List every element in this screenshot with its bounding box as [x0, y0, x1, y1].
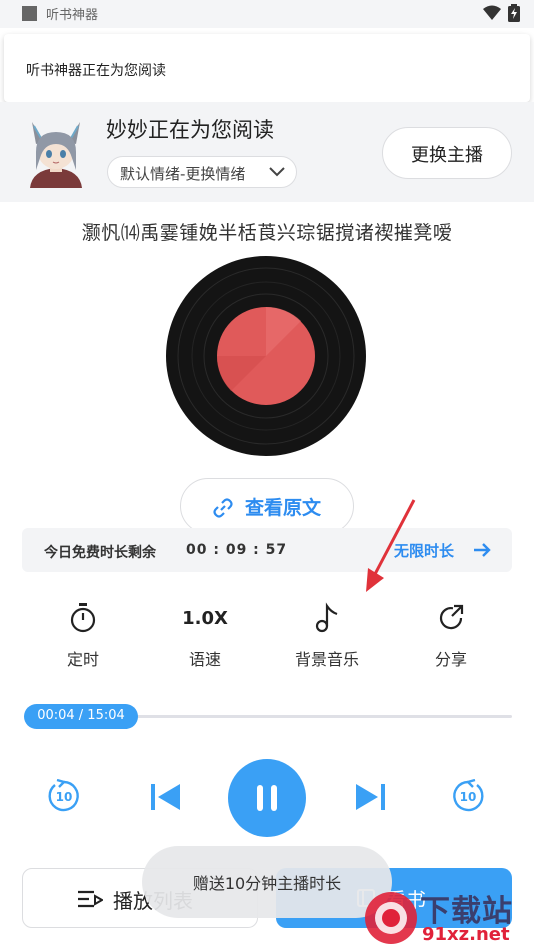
annotation-arrow: [366, 499, 416, 592]
timer-icon: [70, 603, 96, 633]
pause-button[interactable]: [228, 759, 306, 837]
forward-seconds: 10: [460, 790, 477, 804]
app-icon: [22, 6, 37, 21]
book-title: 灏忛⒁禹霎锺娩半栝莨兴琮锯撹诸褉摧凳嗳: [81, 222, 453, 244]
music-note-icon: [315, 602, 338, 633]
rewind-seconds: 10: [56, 790, 73, 804]
notification-text: 听书神器正在为您阅读: [26, 63, 166, 79]
battery-icon: [508, 4, 520, 22]
previous-icon[interactable]: [150, 782, 182, 812]
emotion-selector[interactable]: 默认情绪-更换情绪: [107, 156, 297, 188]
share-label: 分享: [434, 650, 467, 669]
status-app-title: 听书神器: [46, 8, 99, 23]
timer-feature[interactable]: 定时: [33, 598, 133, 678]
share-feature[interactable]: 分享: [401, 598, 501, 678]
anchor-avatar[interactable]: [24, 118, 88, 188]
next-icon[interactable]: [354, 782, 386, 812]
forward-10-icon[interactable]: 10: [451, 779, 485, 813]
rewind-10-icon[interactable]: 10: [47, 779, 81, 813]
view-source-label: 查看原文: [245, 497, 322, 519]
arrow-right-icon[interactable]: [472, 541, 492, 559]
free-time-bar: 今日免费时长剩余 00 : 09 : 57 无限时长: [22, 528, 512, 572]
watermark-logo-icon: [365, 892, 417, 944]
background-music-feature[interactable]: 背景音乐: [277, 598, 377, 678]
share-icon: [439, 604, 464, 630]
free-time-label: 今日免费时长剩余: [44, 545, 156, 561]
emotion-label: 默认情绪-更换情绪: [120, 165, 246, 183]
toast-text: 赠送10分钟主播时长: [192, 874, 342, 893]
chevron-down-icon: [269, 167, 285, 177]
anchor-name: 妙妙正在为您阅读: [106, 118, 274, 142]
speed-label: 语速: [188, 650, 221, 669]
progress-time: 00:04 / 15:04: [37, 708, 125, 723]
speed-value: 1.0X: [182, 607, 228, 629]
wifi-icon: [483, 5, 501, 20]
free-time-remaining: 00 : 09 : 57: [186, 542, 288, 558]
playlist-icon: [78, 890, 103, 908]
toast-message: 赠送10分钟主播时长: [142, 846, 392, 918]
vinyl-record: [166, 256, 366, 456]
reading-notification[interactable]: 听书神器正在为您阅读: [4, 34, 530, 102]
timer-label: 定时: [66, 650, 99, 669]
speed-feature[interactable]: 1.0X 语速: [155, 598, 255, 678]
progress-thumb[interactable]: 00:04 / 15:04: [24, 704, 138, 729]
watermark-url: 91xz.net: [422, 924, 510, 945]
background-music-label: 背景音乐: [294, 650, 359, 669]
view-source-button[interactable]: 查看原文: [180, 478, 354, 534]
link-icon: [213, 498, 233, 518]
pause-icon: [257, 785, 277, 811]
site-watermark: 下载站 91xz.net: [364, 886, 534, 950]
change-anchor-button[interactable]: 更换主播: [382, 127, 512, 179]
change-anchor-label: 更换主播: [411, 145, 483, 166]
